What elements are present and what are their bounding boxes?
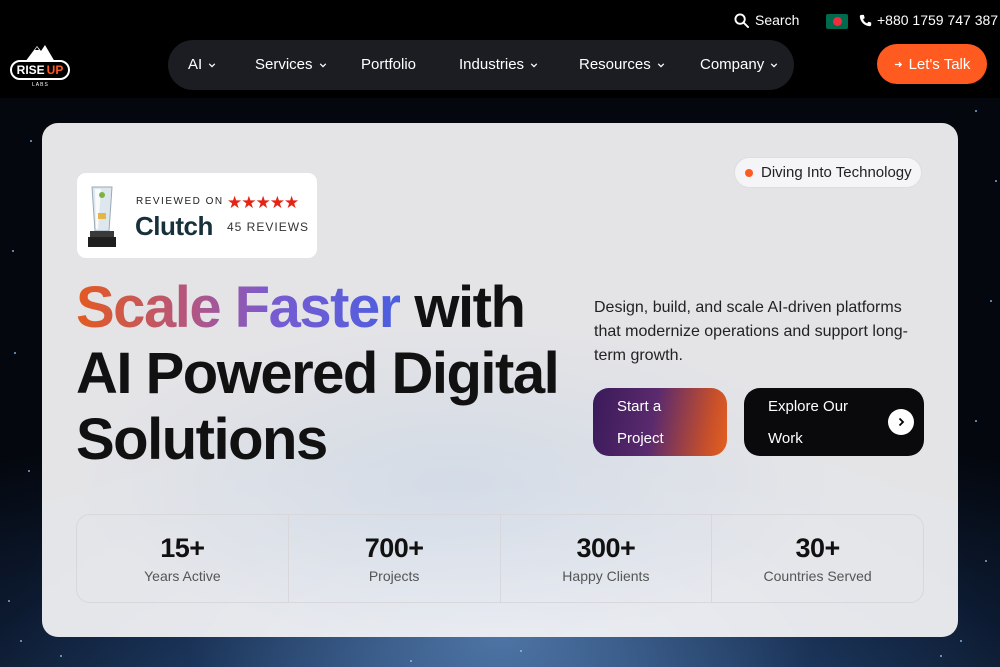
nav-item-company[interactable]: Company (700, 56, 778, 73)
chevron-down-icon (530, 62, 538, 67)
tagline-text: Diving Into Technology (761, 164, 912, 181)
nav-item-label: Industries (459, 56, 525, 73)
logo-rise: RISE (16, 63, 45, 77)
headline-line3: Solutions (76, 407, 328, 472)
clutch-review-badge[interactable]: REVIEWED ON Clutch ★★★★★ 45 REVIEWS (76, 172, 318, 259)
star (8, 600, 10, 602)
nav-item-label: AI (188, 56, 203, 73)
headline-line2: AI Powered Digital (76, 341, 560, 406)
main-header: RISE UP LABS AI Services Portfolio Indust… (0, 40, 1000, 98)
nav-item-resources[interactable]: Resources (579, 56, 665, 73)
explore-work-label: Explore Our Work (768, 398, 849, 447)
star (990, 300, 992, 302)
star (975, 110, 977, 112)
stat-value: 30+ (795, 533, 840, 563)
search-icon (734, 12, 749, 28)
reviewed-on-label: REVIEWED ON (136, 196, 224, 207)
star (30, 140, 32, 142)
stat-value: 700+ (364, 533, 424, 563)
stat-label: Happy Clients (562, 568, 650, 584)
star (12, 250, 14, 252)
star (20, 640, 22, 642)
phone-icon (859, 14, 872, 26)
orange-dot-icon (745, 168, 753, 177)
star (975, 420, 977, 422)
nav-item-ai[interactable]: AI (188, 56, 216, 73)
nav-item-label: Portfolio (361, 56, 417, 73)
start-project-button[interactable]: Start a Project (593, 388, 727, 456)
lets-talk-button[interactable]: Let's Talk (877, 44, 987, 84)
clutch-logo: Clutch (135, 211, 213, 241)
nav-item-services[interactable]: Services (255, 56, 327, 73)
stat-value: 300+ (576, 533, 636, 563)
nav-item-label: Company (700, 56, 765, 73)
chevron-down-icon (319, 62, 326, 67)
headline-gradient-text: Scale Faster (76, 275, 401, 340)
phone-link[interactable]: +880 1759 747 387 (859, 12, 998, 28)
stat-item: 30+ Countries Served (712, 515, 923, 602)
star (995, 180, 997, 182)
stat-item: 700+ Projects (289, 515, 501, 602)
star (28, 470, 30, 472)
star (14, 352, 16, 354)
stat-label: Countries Served (763, 568, 872, 584)
star (960, 640, 962, 642)
mountain-icon (25, 45, 55, 62)
hero-description: Design, build, and scale AI-driven platf… (594, 299, 908, 364)
hero-headline: Scale Faster with AI Powered Digital Sol… (76, 275, 596, 473)
star (985, 560, 987, 562)
rating-stars: ★★★★★ (227, 193, 299, 212)
utility-bar: Search +880 1759 747 387 (0, 0, 1000, 40)
logo-labs: LABS (32, 82, 49, 88)
explore-work-button[interactable]: Explore Our Work (744, 388, 924, 456)
star (520, 650, 522, 652)
star (410, 660, 412, 662)
start-project-label: Start a Project (617, 398, 664, 447)
lets-talk-label: Let's Talk (908, 55, 971, 73)
star (940, 655, 942, 657)
main-nav: AI Services Portfolio Industries Resourc… (168, 40, 794, 90)
chevron-down-icon (770, 62, 778, 67)
chevron-right-icon (888, 409, 914, 435)
stat-label: Years Active (144, 568, 221, 584)
nav-item-label: Resources (579, 56, 651, 73)
logo-up: UP (46, 63, 64, 77)
stat-item: 300+ Happy Clients (501, 515, 713, 602)
arrow-right-icon (894, 61, 902, 67)
tagline-chip: Diving Into Technology (734, 157, 922, 188)
phone-number: +880 1759 747 387 (877, 12, 999, 28)
headline-line1-rest: with (414, 275, 525, 340)
stat-label: Projects (368, 568, 420, 584)
stat-item: 15+ Years Active (77, 515, 289, 602)
stats-bar: 15+ Years Active 700+ Projects 300+ Happ… (76, 514, 924, 603)
star (60, 655, 62, 657)
hero-card: REVIEWED ON Clutch ★★★★★ 45 REVIEWS Divi… (42, 123, 958, 637)
stat-value: 15+ (160, 533, 205, 563)
riseup-logo[interactable]: RISE UP LABS (10, 42, 74, 90)
chevron-down-icon (208, 62, 216, 67)
nav-item-label: Services (255, 56, 313, 73)
search-link[interactable]: Search (734, 12, 799, 28)
nav-item-portfolio[interactable]: Portfolio (361, 56, 416, 73)
nav-item-industries[interactable]: Industries (459, 56, 538, 73)
bangladesh-flag-icon (826, 14, 848, 29)
review-count: 45 REVIEWS (227, 220, 310, 234)
chevron-down-icon (657, 62, 664, 67)
trophy-icon (88, 186, 116, 247)
search-label: Search (755, 12, 800, 28)
